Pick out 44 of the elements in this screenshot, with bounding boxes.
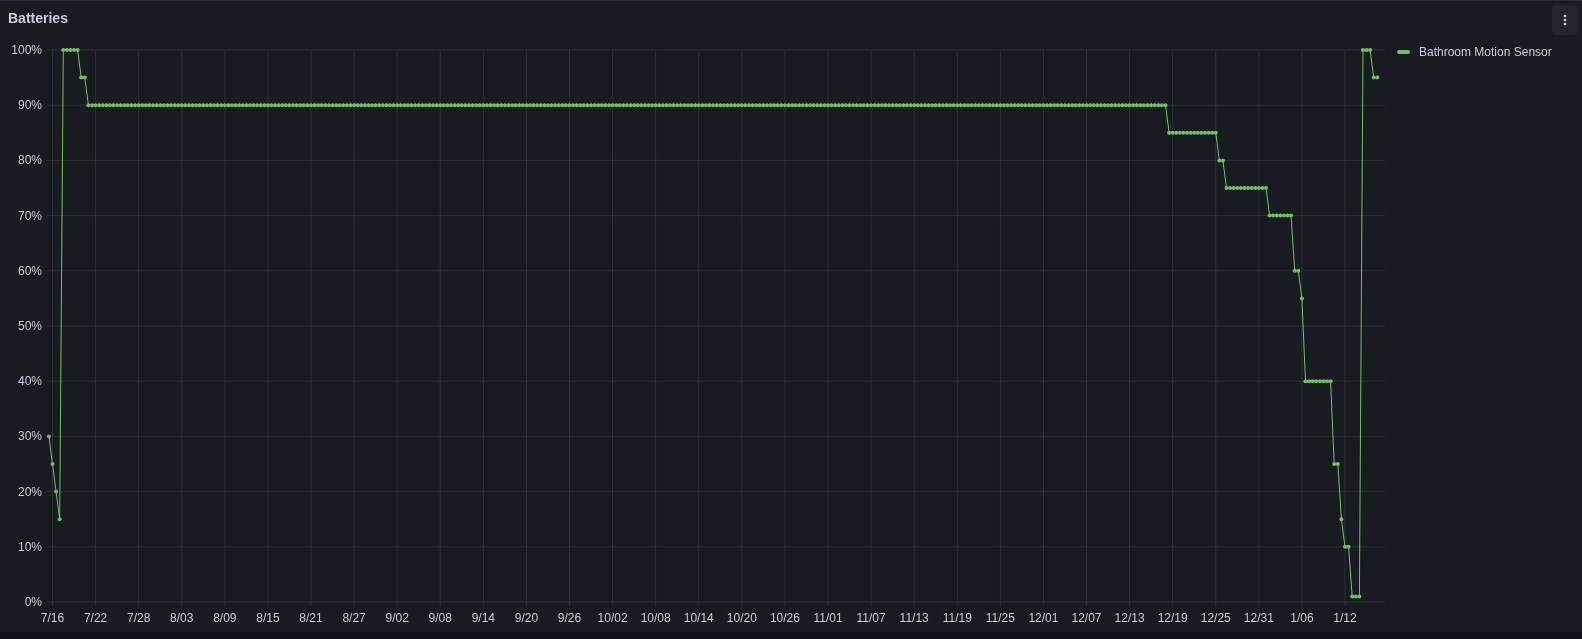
x-tick-label: 12/07: [1071, 611, 1102, 625]
x-tick-label: 12/13: [1114, 611, 1145, 625]
x-tick-label: 11/07: [856, 611, 886, 625]
y-tick-label: 80%: [17, 153, 42, 168]
x-tick-label: 7/28: [127, 611, 151, 625]
legend-label[interactable]: Bathroom Motion Sensor: [1419, 43, 1552, 61]
x-tick-label: 7/16: [40, 611, 65, 625]
x-tick-label: 8/15: [256, 611, 280, 625]
x-tick-label: 9/20: [514, 611, 539, 625]
x-tick-label: 9/02: [385, 611, 409, 625]
x-tick-label: 11/19: [942, 611, 972, 625]
x-tick-label: 11/01: [813, 611, 843, 625]
x-tick-label: 8/03: [170, 611, 194, 625]
y-tick-label: 30%: [17, 429, 42, 444]
y-tick-label: 70%: [17, 208, 42, 223]
y-tick-label: 60%: [17, 263, 42, 278]
x-tick-label: 12/31: [1243, 611, 1274, 625]
x-tick-label: 10/02: [597, 611, 628, 625]
y-tick-label: 100%: [11, 43, 42, 57]
x-tick-label: 7/22: [83, 611, 108, 625]
y-tick-label: 20%: [17, 484, 42, 499]
y-tick-label: 50%: [17, 319, 42, 333]
x-tick-label: 9/14: [471, 611, 495, 625]
y-tick-label: 10%: [17, 539, 42, 554]
panel-title: Batteries: [8, 8, 68, 28]
y-tick-label: 40%: [17, 374, 42, 389]
x-tick-label: 8/09: [213, 611, 237, 625]
x-tick-label: 12/25: [1200, 611, 1231, 625]
x-tick-label: 10/08: [640, 611, 671, 625]
y-tick-label: 0%: [24, 595, 42, 609]
x-tick-label: 12/19: [1157, 611, 1188, 625]
x-tick-label: 9/26: [557, 611, 582, 625]
x-tick-label: 12/01: [1028, 611, 1059, 625]
x-tick-label: 11/13: [899, 611, 929, 625]
x-tick-label: 10/20: [726, 611, 757, 625]
x-tick-label: 1/12: [1333, 611, 1357, 625]
x-tick-label: 11/25: [985, 611, 1015, 625]
x-tick-label: 8/27: [342, 611, 366, 625]
x-tick-label: 10/26: [769, 611, 800, 625]
x-tick-label: 8/21: [299, 611, 323, 625]
x-tick-label: 1/06: [1290, 611, 1314, 625]
x-tick-label: 10/14: [683, 611, 714, 625]
x-tick-label: 9/08: [428, 611, 452, 625]
y-tick-label: 90%: [17, 98, 42, 113]
